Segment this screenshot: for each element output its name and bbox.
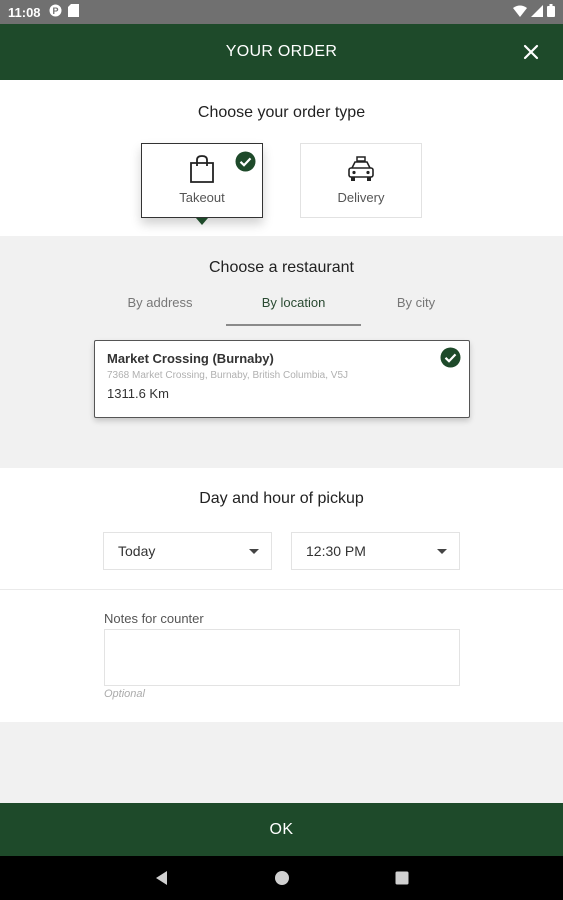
tab-by-location[interactable]: By location [226,286,361,326]
tab-by-address[interactable]: By address [100,286,220,326]
wifi-icon [513,5,527,20]
restaurant-card[interactable]: Market Crossing (Burnaby) 7368 Market Cr… [94,340,470,418]
dropdown-caret-icon [249,549,259,554]
restaurant-distance: 1311.6 Km [107,386,169,401]
status-bar: 11:08 P [0,0,563,24]
page-title: YOUR ORDER [225,43,338,60]
notification-p-icon: P [49,4,62,20]
takeout-label: Takeout [179,190,225,205]
pickup-hour-value: 12:30 PM [306,543,366,559]
check-circle-icon [235,151,256,172]
check-circle-icon [440,347,461,368]
restaurant-section: Choose a restaurant By address By locati… [0,236,563,468]
tab-by-city[interactable]: By city [368,286,464,326]
system-nav-bar [0,856,563,900]
home-icon[interactable] [272,868,292,888]
restaurant-address: 7368 Market Crossing, Burnaby, British C… [107,370,349,381]
notes-hint: Optional [104,688,145,700]
delivery-label: Delivery [337,190,385,205]
restaurant-tabs: By address By location By city [100,286,466,326]
pickup-section: Day and hour of pickup Today 12:30 PM [0,468,563,589]
notes-input[interactable] [104,629,460,686]
signal-icon [531,4,543,20]
close-button[interactable] [517,38,545,66]
taxi-icon [348,156,374,181]
pickup-day-select[interactable]: Today [103,532,272,570]
status-time: 11:08 [8,4,41,20]
takeout-option[interactable]: Takeout [141,143,263,225]
app-header: YOUR ORDER [0,24,563,80]
pickup-hour-select[interactable]: 12:30 PM [291,532,460,570]
order-type-section: Choose your order type Takeout Delivery [0,80,563,236]
empty-spacer [0,722,563,803]
pickup-heading: Day and hour of pickup [199,490,364,507]
close-icon [523,44,539,60]
shopping-bag-icon [190,155,214,183]
notes-section: Notes for counter Optional [0,590,563,722]
selected-pointer [196,218,208,225]
pickup-day-value: Today [118,543,156,559]
recents-icon[interactable] [392,868,412,888]
delivery-option[interactable]: Delivery [300,143,422,218]
back-icon[interactable] [152,868,172,888]
dropdown-caret-icon [437,549,447,554]
sd-card-icon [67,4,79,20]
restaurant-name: Market Crossing (Burnaby) [107,351,274,366]
restaurant-heading: Choose a restaurant [209,259,354,276]
svg-text:P: P [52,6,58,16]
battery-icon [547,4,555,20]
order-type-heading: Choose your order type [197,104,366,121]
ok-button[interactable]: OK [0,803,563,856]
notes-label: Notes for counter [104,611,204,626]
